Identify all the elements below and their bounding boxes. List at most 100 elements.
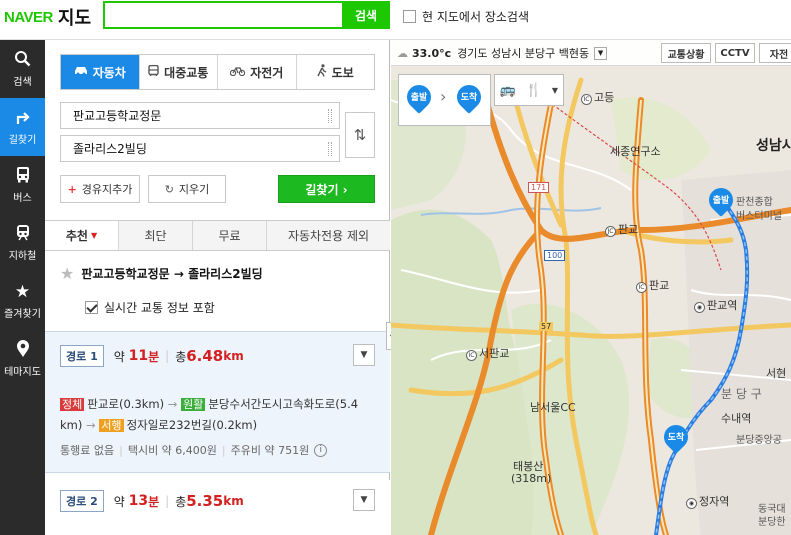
map-search-option[interactable]: 현 지도에서 장소검색 xyxy=(403,8,529,25)
location-dropdown-icon[interactable]: ▼ xyxy=(594,46,608,60)
naver-logo[interactable]: NAVER 지도 xyxy=(4,5,91,29)
tab-exclude-expressway[interactable]: 자동차전용 제외 xyxy=(267,221,390,250)
transport-mode-tabs: 자동차 대중교통 자전거 도보 xyxy=(60,54,375,90)
route-card[interactable]: 경로 1 약 11 분 | 총 6.48 km ▼ 정체 판교로(0.3km) → 원… xyxy=(45,331,390,473)
segment-text: 정자일로232번길(0.2km) xyxy=(126,418,258,432)
clear-button[interactable]: ↻ 지우기 xyxy=(148,175,226,203)
nav-item-label: 검색 xyxy=(13,77,32,88)
distance-value: 6.48 xyxy=(186,347,224,365)
expand-route-button[interactable]: ▼ xyxy=(353,489,375,511)
segment-text: 판교로(0.3km) xyxy=(87,397,165,411)
route-costs: 통행료 없음 | 택시비 약 6,400원 | 주유비 약 751원 i xyxy=(60,442,328,458)
nav-item-theme-map[interactable]: 테마지도 xyxy=(0,330,45,388)
divider: | xyxy=(165,349,170,363)
end-marker-icon[interactable]: 도착 xyxy=(659,420,693,457)
highway-shield: 100 xyxy=(544,250,566,261)
map-view[interactable]: ☁ 33.0°c 경기도 성남시 분당구 백현동 ▼ 교통상황 CCTV 자전 … xyxy=(391,40,791,535)
left-nav: 검색 길찾기 버스 지하철 ★ 즐겨찾기 테마지도 xyxy=(0,40,45,535)
add-waypoint-button[interactable]: + 경유지추가 xyxy=(60,175,140,203)
drag-handle-icon[interactable] xyxy=(328,109,332,123)
expand-route-button[interactable]: ▼ xyxy=(353,344,375,366)
nav-item-label: 지하철 xyxy=(8,251,37,262)
map-pin-icon xyxy=(16,340,30,360)
map-label: 버스터미널 xyxy=(736,211,782,222)
start-marker-icon[interactable]: 출발 xyxy=(704,183,738,220)
realtime-traffic-option[interactable]: 실시간 교통 정보 포함 xyxy=(85,299,215,316)
map-poi-filter[interactable]: 🚌 🍴 ▼ xyxy=(494,74,564,106)
drag-handle-icon[interactable] xyxy=(328,142,332,156)
traffic-tag: 서행 xyxy=(99,419,124,432)
caret-down-icon: ▼ xyxy=(90,230,98,240)
map-label: 세종연구소 xyxy=(610,145,661,158)
segment-text: km) xyxy=(60,418,83,432)
tab-walk[interactable]: 도보 xyxy=(296,55,374,89)
tab-recommended[interactable]: 추천 ▼ xyxy=(45,221,119,250)
map-label: 성남시 xyxy=(756,138,791,154)
restaurant-icon[interactable]: 🍴 xyxy=(526,83,542,98)
arrow-icon: → xyxy=(167,397,178,411)
map-label: IC 서판교 xyxy=(466,345,509,361)
bus-icon xyxy=(15,166,31,186)
destination-field[interactable]: 졸라리스2빌딩 xyxy=(60,135,340,162)
distance-prefix: 총 xyxy=(175,349,187,364)
route-title-text: 판교고등학교정문 → 졸라리스2빌딩 xyxy=(81,267,263,281)
realtime-checkbox[interactable] xyxy=(85,301,98,314)
directions-panel: 자동차 대중교통 자전거 도보 판교고등학교정문 졸라리스2빌딩 ⇅ + 경유지… xyxy=(45,40,390,535)
distance-unit: km xyxy=(223,494,244,508)
destination-value: 졸라리스2빌딩 xyxy=(73,142,147,156)
origin-field[interactable]: 판교고등학교정문 xyxy=(60,102,340,129)
tab-label: 자동차 xyxy=(92,65,126,80)
road-number: 57 xyxy=(539,322,554,331)
search-input[interactable] xyxy=(103,1,342,29)
nav-item-search[interactable]: 검색 xyxy=(0,40,45,98)
route-card[interactable]: 경로 2 약 13 분 | 총 5.35 km ▼ xyxy=(45,480,390,535)
arrow-right-icon: › xyxy=(440,87,447,106)
map-label: IC 고등 xyxy=(581,89,614,105)
fuel-cost: 주유비 약 751원 xyxy=(230,444,310,457)
origin-destination-legend[interactable]: 출발 › 도착 xyxy=(398,74,491,126)
favorite-star-icon[interactable]: ★ xyxy=(60,264,74,283)
tab-label: 무료 xyxy=(218,229,241,243)
map-search-checkbox[interactable] xyxy=(403,10,416,23)
tab-shortest[interactable]: 최단 xyxy=(119,221,193,250)
nav-item-bus[interactable]: 버스 xyxy=(0,156,45,214)
info-icon[interactable]: i xyxy=(314,443,328,457)
find-route-button[interactable]: 길찾기 › xyxy=(278,175,375,203)
distance-unit: km xyxy=(223,349,244,363)
end-pin-icon: 도착 xyxy=(452,80,486,117)
divider: | xyxy=(165,494,170,508)
tab-bicycle[interactable]: 자전거 xyxy=(218,55,297,89)
time-unit: 분 xyxy=(148,349,160,364)
swap-button[interactable]: ⇅ xyxy=(345,112,375,158)
tab-label: 자전거 xyxy=(250,65,284,80)
cctv-button[interactable]: CCTV xyxy=(715,43,755,63)
bus-icon[interactable]: 🚌 xyxy=(500,83,516,98)
route-badge: 경로 2 xyxy=(60,490,104,512)
traffic-button[interactable]: 교통상황 xyxy=(661,43,711,63)
tab-free[interactable]: 무료 xyxy=(193,221,267,250)
time-value: 13 xyxy=(128,493,149,509)
route-option-tabs: 추천 ▼ 최단 무료 자동차전용 제외 xyxy=(45,220,390,251)
bicycle-layer-button[interactable]: 자전 xyxy=(759,43,791,63)
nav-item-subway[interactable]: 지하철 xyxy=(0,214,45,272)
subway-icon xyxy=(15,224,31,244)
map-label: 분당한 xyxy=(758,517,786,528)
search-icon xyxy=(14,50,31,70)
tab-car[interactable]: 자동차 xyxy=(61,55,140,89)
route-segments: 정체 판교로(0.3km) → 원활 분당수서간도시고속화도로(5.4 km) → … xyxy=(60,394,378,436)
caret-down-icon[interactable]: ▼ xyxy=(552,86,558,95)
map-label: 서현 xyxy=(766,367,787,380)
nav-item-label: 길찾기 xyxy=(8,135,37,146)
tab-public-transit[interactable]: 대중교통 xyxy=(139,55,218,89)
tab-label: 추천 xyxy=(65,228,88,243)
bus-icon xyxy=(148,64,159,80)
time-value: 11 xyxy=(128,348,149,364)
clear-label: 지우기 xyxy=(178,183,210,196)
start-pin-icon: 출발 xyxy=(402,80,436,117)
nav-item-favorites[interactable]: ★ 즐겨찾기 xyxy=(0,272,45,330)
highway-shield: 171 xyxy=(528,182,550,193)
weather-info: ☁ 33.0°c 경기도 성남시 분당구 백현동 ▼ xyxy=(397,45,608,61)
top-bar: NAVER 지도 검색 현 지도에서 장소검색 xyxy=(0,0,791,40)
search-button[interactable]: 검색 xyxy=(342,1,390,29)
nav-item-directions[interactable]: 길찾기 xyxy=(0,98,45,156)
